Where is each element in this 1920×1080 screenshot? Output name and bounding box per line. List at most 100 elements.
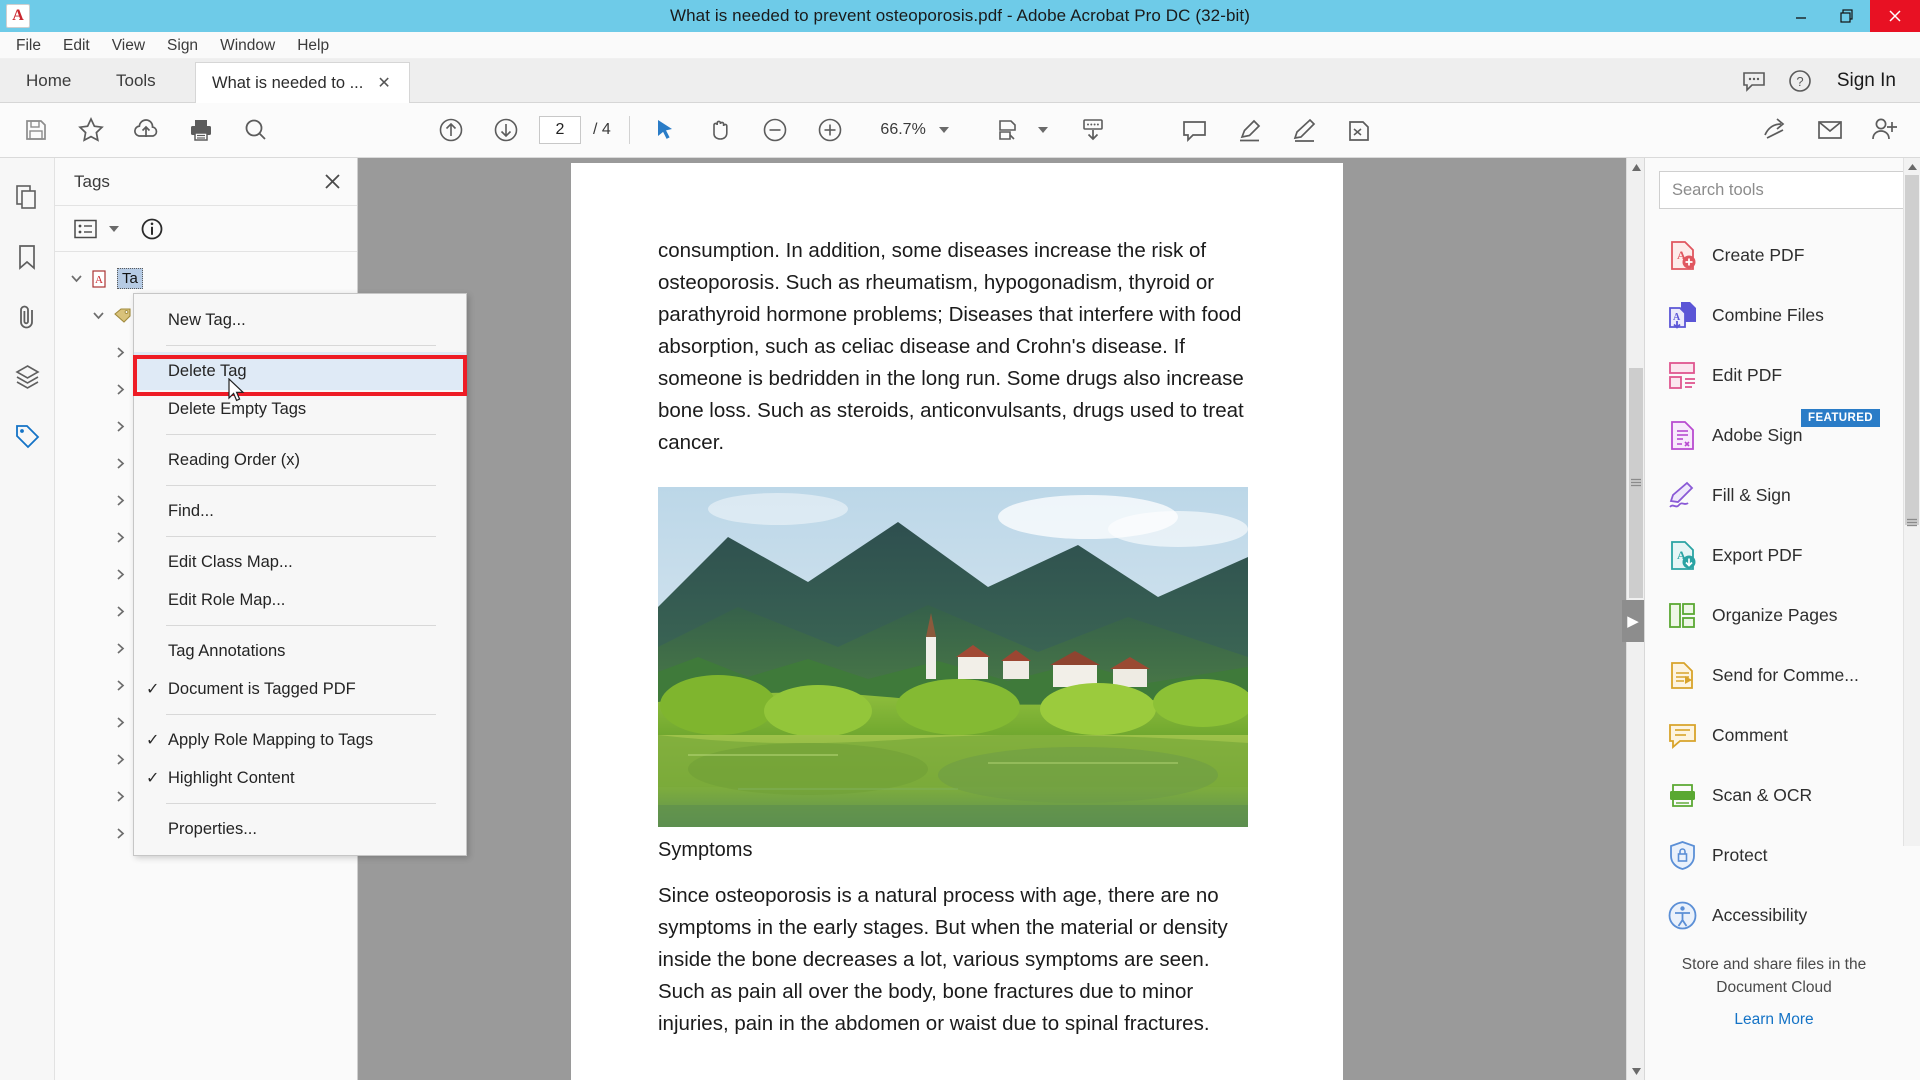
tools-scrollbar-thumb[interactable] — [1905, 175, 1919, 525]
menu-item-document-is-tagged-pdf[interactable]: ✓ Document is Tagged PDF — [134, 670, 466, 708]
fit-chevron-down-icon[interactable] — [1038, 127, 1048, 133]
chevron-right-icon[interactable] — [107, 383, 133, 396]
chevron-right-icon[interactable] — [107, 494, 133, 507]
menu-item-apply-role-mapping[interactable]: ✓ Apply Role Mapping to Tags — [134, 721, 466, 759]
fit-page-icon[interactable] — [981, 103, 1036, 158]
cursor-arrow-icon[interactable] — [638, 103, 693, 158]
chevron-right-icon[interactable] — [107, 531, 133, 544]
chevron-right-icon[interactable] — [107, 827, 133, 840]
question-circle-icon[interactable]: ? — [1777, 59, 1823, 103]
page-number-input[interactable]: 2 — [539, 116, 581, 144]
plus-circle-icon[interactable] — [803, 103, 858, 158]
cloud-upload-icon[interactable] — [118, 103, 173, 158]
menu-item-tag-annotations[interactable]: Tag Annotations — [134, 632, 466, 670]
close-button[interactable] — [1870, 0, 1920, 32]
menu-item-edit-role-map[interactable]: Edit Role Map... — [134, 581, 466, 619]
tools-scrollbar[interactable] — [1903, 158, 1920, 846]
pen-icon[interactable] — [1277, 103, 1332, 158]
chevron-right-icon[interactable] — [107, 457, 133, 470]
minimize-button[interactable] — [1778, 0, 1824, 32]
combine-files-icon: A — [1667, 300, 1698, 331]
menu-window[interactable]: Window — [209, 32, 286, 59]
chevron-down-icon[interactable] — [939, 127, 949, 133]
chevron-right-icon[interactable] — [107, 716, 133, 729]
tab-home[interactable]: Home — [10, 59, 87, 103]
save-icon[interactable] — [8, 103, 63, 158]
layers-icon[interactable] — [4, 350, 50, 404]
tool-combine-files[interactable]: A Combine Files — [1645, 285, 1920, 345]
search-icon[interactable] — [228, 103, 283, 158]
close-icon[interactable] — [324, 173, 341, 190]
tab-close-icon[interactable]: ✕ — [377, 73, 390, 93]
chevron-right-icon[interactable] — [107, 679, 133, 692]
star-icon[interactable] — [63, 103, 118, 158]
menu-item-reading-order[interactable]: Reading Order (x) — [134, 441, 466, 479]
scroll-down-icon[interactable] — [1066, 103, 1121, 158]
chevron-down-icon[interactable] — [109, 226, 119, 232]
document-view[interactable]: consumption. In addition, some diseases … — [358, 158, 1644, 1080]
tree-row[interactable]: A Ta — [55, 260, 357, 297]
tool-organize-pages[interactable]: Organize Pages — [1645, 585, 1920, 645]
arrow-up-circle-icon[interactable] — [423, 103, 478, 158]
chevron-right-icon[interactable] — [107, 642, 133, 655]
tool-adobe-sign[interactable]: FEATURED Adobe Sign — [1645, 405, 1920, 465]
menu-help[interactable]: Help — [286, 32, 340, 59]
search-tools-input[interactable]: Search tools — [1659, 171, 1906, 209]
chevron-right-icon[interactable] — [107, 790, 133, 803]
menu-item-highlight-content[interactable]: ✓ Highlight Content — [134, 759, 466, 797]
menu-item-label: Reading Order (x) — [168, 451, 300, 470]
chevron-right-icon[interactable] — [107, 605, 133, 618]
menu-item-find[interactable]: Find... — [134, 492, 466, 530]
add-person-icon[interactable] — [1857, 103, 1912, 158]
menu-item-properties[interactable]: Properties... — [134, 810, 466, 848]
learn-more-link[interactable]: Learn More — [1645, 1008, 1903, 1031]
tool-send-for-comments[interactable]: Send for Comme... — [1645, 645, 1920, 705]
menu-sign[interactable]: Sign — [156, 32, 209, 59]
sign-in-button[interactable]: Sign In — [1823, 70, 1920, 92]
highlighter-icon[interactable] — [1222, 103, 1277, 158]
chevron-right-icon[interactable] — [107, 753, 133, 766]
tool-accessibility[interactable]: Accessibility — [1645, 885, 1920, 945]
chevron-down-icon[interactable] — [85, 309, 111, 322]
print-icon[interactable] — [173, 103, 228, 158]
chevron-right-icon[interactable] — [107, 346, 133, 359]
share-icon[interactable] — [1747, 103, 1802, 158]
chevron-right-icon[interactable] — [107, 568, 133, 581]
tool-scan-and-ocr[interactable]: Scan & OCR — [1645, 765, 1920, 825]
hand-icon[interactable] — [693, 103, 748, 158]
arrow-down-circle-icon[interactable] — [478, 103, 533, 158]
expand-panel-arrow[interactable]: ▶ — [1622, 600, 1644, 642]
chevron-down-icon[interactable] — [63, 272, 89, 285]
minus-circle-icon[interactable] — [748, 103, 803, 158]
menu-file[interactable]: File — [5, 32, 52, 59]
menu-item-new-tag[interactable]: New Tag... — [134, 301, 466, 339]
restore-button[interactable] — [1824, 0, 1870, 32]
info-circle-icon[interactable] — [137, 216, 167, 242]
tool-comment[interactable]: Comment — [1645, 705, 1920, 765]
chevron-right-icon[interactable] — [107, 420, 133, 433]
tool-fill-and-sign[interactable]: Fill & Sign — [1645, 465, 1920, 525]
page-thumbnails-icon[interactable] — [4, 170, 50, 224]
tags-icon[interactable] — [4, 410, 50, 464]
tab-document[interactable]: What is needed to ... ✕ — [195, 62, 410, 103]
stamp-icon[interactable] — [1332, 103, 1387, 158]
attachments-icon[interactable] — [4, 290, 50, 344]
bookmarks-icon[interactable] — [4, 230, 50, 284]
tab-tools[interactable]: Tools — [100, 59, 172, 103]
menu-item-delete-tag[interactable]: Delete Tag — [134, 352, 466, 390]
scroll-down-arrow[interactable] — [1627, 1062, 1645, 1080]
tool-edit-pdf[interactable]: Edit PDF — [1645, 345, 1920, 405]
tool-export-pdf[interactable]: A Export PDF — [1645, 525, 1920, 585]
menu-view[interactable]: View — [101, 32, 156, 59]
tool-protect[interactable]: Protect — [1645, 825, 1920, 885]
scroll-up-arrow[interactable] — [1627, 158, 1645, 176]
menu-item-delete-empty-tags[interactable]: Delete Empty Tags — [134, 390, 466, 428]
envelope-icon[interactable] — [1802, 103, 1857, 158]
tools-scroll-up-arrow[interactable] — [1904, 158, 1920, 175]
list-options-icon[interactable] — [71, 216, 101, 242]
speech-bubble-icon[interactable] — [1731, 59, 1777, 103]
comment-icon[interactable] — [1167, 103, 1222, 158]
tool-create-pdf[interactable]: A Create PDF — [1645, 225, 1920, 285]
menu-edit[interactable]: Edit — [52, 32, 101, 59]
menu-item-edit-class-map[interactable]: Edit Class Map... — [134, 543, 466, 581]
